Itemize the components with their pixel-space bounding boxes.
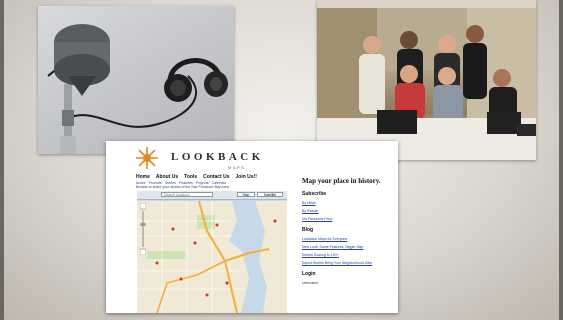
map-type-map-button[interactable]: Map [237,192,255,197]
login-heading: Login [302,271,316,277]
subscribe-heading: Subscribe [302,191,327,197]
blog-link[interactable]: New Look, Same Features, Bigger Map [302,245,394,249]
sidebar-title: Map your place in history. [302,177,381,185]
sunburst-logo-icon [136,147,158,169]
blog-link[interactable]: Lookback Maps for Everyone [302,237,394,241]
lookback-maps-website-screenshot: LOOKBACK MAPS Home About Us Tools Contac… [106,141,398,313]
nav-join-us[interactable]: Join Us!! [236,174,257,180]
photo-microphone-headphones [38,6,234,154]
subscribe-link[interactable]: Via Facebook Feed [302,217,394,221]
nav-about-us[interactable]: About Us [156,174,178,180]
subscribe-link[interactable]: By eMail [302,201,394,205]
site-sidebar: Map your place in history. Subscribe By … [302,177,394,285]
map-canvas[interactable] [137,191,287,313]
photo-group-people [317,0,536,160]
site-nav: Home About Us Tools Contact Us Join Us!! [136,174,257,180]
nav-tools[interactable]: Tools [184,174,197,180]
subscribe-link[interactable]: By Reader [302,209,394,213]
site-tagline: Browse or share your stories of the San … [136,185,229,189]
map-search-input[interactable]: Search locations [161,192,213,197]
microphone-headphones-image [47,24,228,154]
map-view[interactable]: Search locations Map Satellite [137,191,287,313]
nav-contact-us[interactable]: Contact Us [203,174,229,180]
nav-home[interactable]: Home [136,174,150,180]
login-username-label: Username [302,281,319,285]
map-type-satellite-button[interactable]: Satellite [257,192,283,197]
site-brand-name: LOOKBACK [171,151,264,163]
site-meta: Active · Promote · Stories · Features · … [136,181,276,189]
map-zoom-slider-icon[interactable] [140,203,146,255]
blog-heading: Blog [302,227,314,233]
blog-link[interactable]: Stories Soaring to 100+ [302,253,394,257]
group-people-image [317,0,536,160]
blog-link[interactable]: Saved Stories Bring Your Neighborhood Al… [302,261,394,265]
site-brand-subtitle: MAPS [228,165,246,170]
